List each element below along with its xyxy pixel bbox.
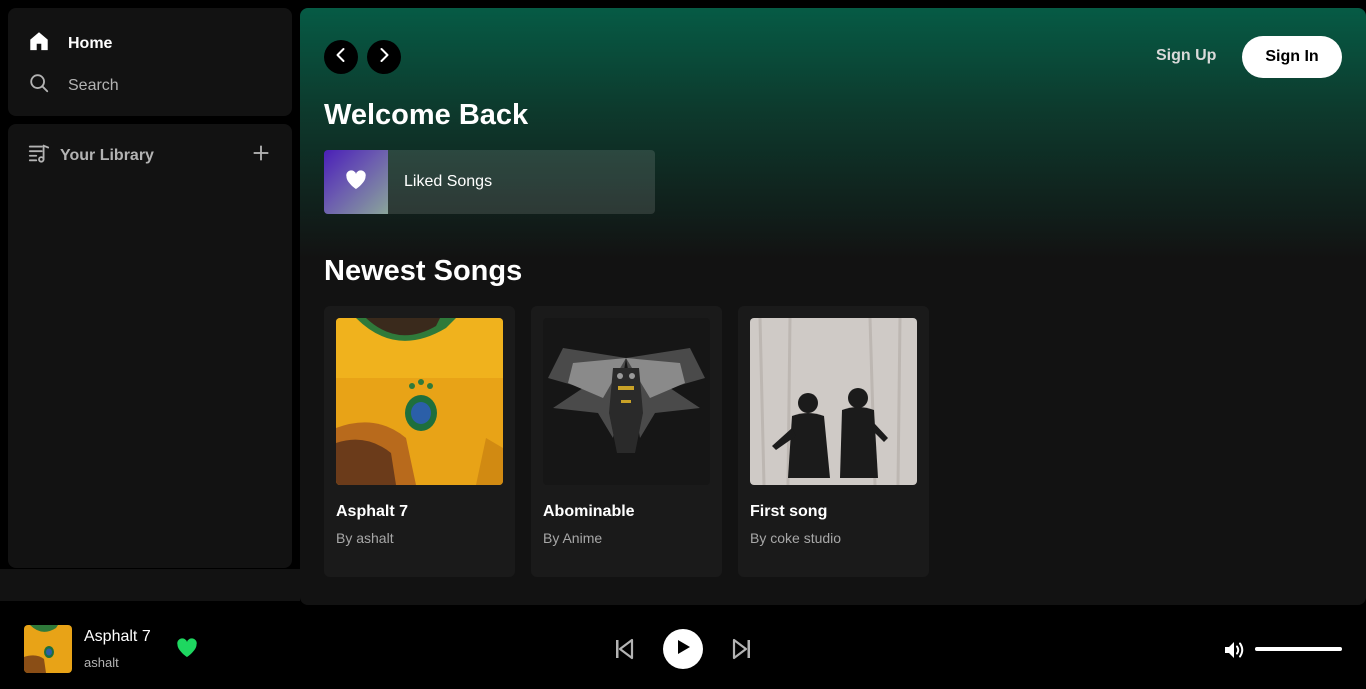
now-playing-art	[24, 625, 72, 673]
song-card[interactable]: Abominable By Anime	[531, 306, 722, 577]
main-content: Sign Up Sign In Welcome Back Liked Songs…	[300, 8, 1366, 605]
song-title: Asphalt 7	[336, 503, 409, 520]
player-bar: Asphalt 7 ashalt	[0, 605, 1366, 689]
song-card[interactable]: First song By coke studio	[738, 306, 929, 577]
heart-icon	[176, 638, 198, 662]
sign-in-button[interactable]: Sign In	[1242, 36, 1342, 78]
song-title: Abominable	[543, 503, 635, 520]
two-men-art	[750, 318, 917, 485]
library-icon	[28, 142, 50, 169]
now-playing-title: Asphalt 7	[84, 628, 151, 645]
back-button[interactable]	[324, 40, 358, 74]
liked-songs-art	[324, 150, 388, 214]
play-button[interactable]	[663, 629, 703, 669]
skip-back-icon	[612, 638, 636, 665]
previous-track-button[interactable]	[612, 637, 636, 666]
create-playlist-button[interactable]	[250, 142, 272, 164]
sign-up-button[interactable]: Sign Up	[1156, 47, 1216, 65]
next-track-button[interactable]	[730, 637, 754, 666]
home-icon	[28, 30, 50, 57]
sidebar-item-search[interactable]: Search	[28, 72, 119, 99]
search-icon	[28, 72, 50, 99]
forward-button[interactable]	[367, 40, 401, 74]
skip-forward-icon	[730, 638, 754, 665]
chevron-left-icon	[333, 47, 349, 68]
volume-icon	[1222, 642, 1246, 666]
sidebar-item-home[interactable]: Home	[28, 30, 112, 57]
welcome-heading: Welcome Back	[324, 99, 529, 131]
song-artist: By ashalt	[336, 530, 394, 546]
plus-icon	[250, 145, 272, 168]
library-label: Your Library	[60, 146, 154, 164]
song-artist: By coke studio	[750, 530, 842, 546]
mech-owl-art	[543, 318, 710, 485]
sidebar-nav: Home Search	[8, 8, 292, 116]
heart-icon	[345, 169, 367, 195]
song-card[interactable]: Asphalt 7 By ashalt	[324, 306, 515, 577]
newest-songs-heading: Newest Songs	[324, 255, 523, 287]
song-title: First song	[750, 503, 828, 520]
liked-songs-tile[interactable]: Liked Songs	[324, 150, 655, 214]
chevron-right-icon	[376, 47, 392, 68]
like-button[interactable]	[176, 638, 198, 663]
now-playing-artist: ashalt	[84, 655, 119, 670]
library-button[interactable]: Your Library	[28, 142, 154, 169]
sidebar-footer-strip	[0, 569, 300, 601]
library-panel: Your Library	[8, 124, 292, 568]
volume-slider[interactable]	[1255, 647, 1342, 651]
volume-button[interactable]	[1222, 638, 1246, 667]
volume-slider-fill	[1255, 647, 1342, 651]
liked-songs-label: Liked Songs	[404, 173, 493, 190]
song-card-list: Asphalt 7 By ashalt Abominable By Anime …	[324, 306, 929, 577]
play-icon	[674, 638, 692, 661]
yellow-jersey-art	[336, 318, 503, 485]
song-artist: By Anime	[543, 530, 603, 546]
sidebar-item-label: Search	[68, 76, 119, 94]
sidebar-item-label: Home	[68, 34, 113, 52]
